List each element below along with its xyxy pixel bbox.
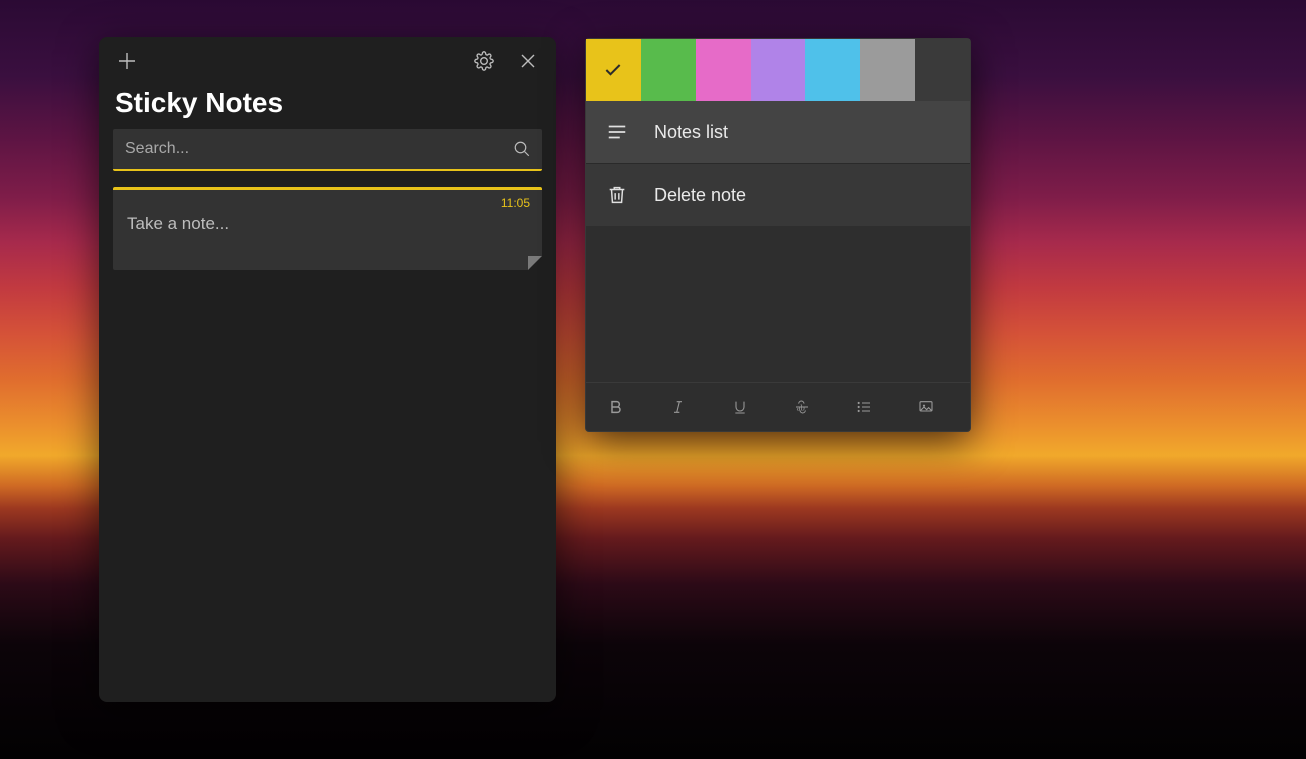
svg-text:ab: ab [797,402,805,412]
menu-delete-note-label: Delete note [654,185,746,206]
note-fold-icon [528,256,542,270]
color-swatch-gray[interactable] [860,39,915,101]
color-swatch-green[interactable] [641,39,696,101]
new-note-button[interactable] [105,39,149,83]
format-toolbar: ab [586,382,970,431]
close-button[interactable] [506,39,550,83]
note-preview-text: Take a note... [127,214,528,234]
close-icon [520,53,536,69]
format-underline-button[interactable] [726,393,754,421]
list-window-titlebar [99,37,556,85]
format-italic-button[interactable] [664,393,692,421]
sticky-note-window: Notes list Delete note ab [585,38,971,432]
gear-icon [474,51,494,71]
notes-list: 11:05 Take a note... [99,183,556,702]
color-swatch-charcoal[interactable] [915,39,970,101]
trash-icon [606,184,628,206]
format-strikethrough-button[interactable]: ab [788,393,816,421]
search-input[interactable] [113,140,502,158]
note-card[interactable]: 11:05 Take a note... [113,187,542,270]
search-field[interactable] [113,129,542,171]
menu-notes-list[interactable]: Notes list [586,101,970,163]
color-swatch-pink[interactable] [696,39,751,101]
settings-button[interactable] [462,39,506,83]
color-swatch-purple[interactable] [751,39,806,101]
desktop-background: Sticky Notes 11:05 Take a note... Notes … [0,0,1306,759]
search-icon-button[interactable] [502,140,542,158]
bold-icon [608,399,624,415]
format-bold-button[interactable] [602,393,630,421]
note-body[interactable] [586,226,970,382]
bullets-icon [855,399,873,415]
list-icon [606,121,628,143]
underline-icon [732,399,748,415]
check-icon [603,60,623,80]
format-bullets-button[interactable] [850,393,878,421]
plus-icon [118,52,136,70]
format-image-button[interactable] [912,393,940,421]
sticky-notes-list-window: Sticky Notes 11:05 Take a note... [99,37,556,702]
app-title: Sticky Notes [99,85,556,129]
color-swatch-yellow[interactable] [586,39,641,101]
italic-icon [670,399,686,415]
search-icon [513,140,531,158]
menu-notes-list-label: Notes list [654,122,728,143]
strikethrough-icon: ab [792,399,812,415]
color-swatch-blue[interactable] [805,39,860,101]
note-timestamp: 11:05 [501,196,530,210]
image-icon [916,399,936,415]
color-picker-row [586,39,970,101]
menu-delete-note[interactable]: Delete note [586,163,970,226]
